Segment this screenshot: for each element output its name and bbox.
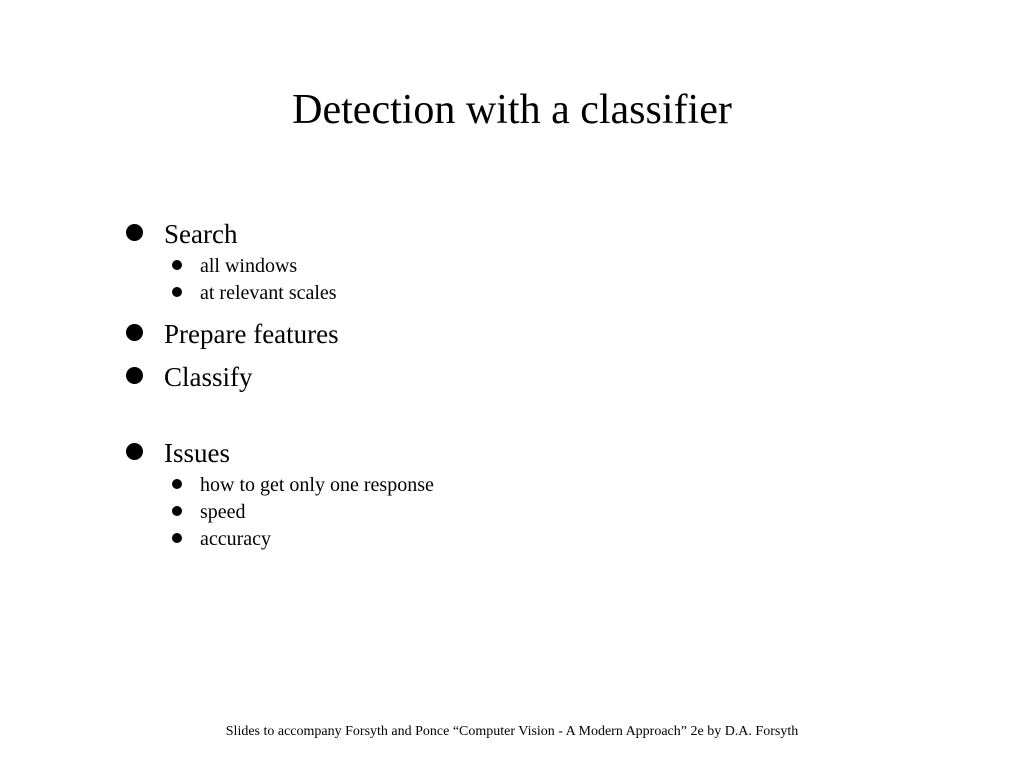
spacer: [120, 405, 944, 439]
slide-title: Detection with a classifier: [0, 86, 1024, 134]
sub-bullet-list: all windows at relevant scales: [164, 254, 944, 306]
slide: Detection with a classifier Search all w…: [0, 0, 1024, 768]
sub-bullet: all windows: [164, 254, 944, 279]
bullet-label: Search: [164, 219, 237, 249]
bullet-label: Prepare features: [164, 319, 339, 349]
sub-bullet: at relevant scales: [164, 281, 944, 306]
sub-bullet: speed: [164, 500, 944, 525]
footer-attribution: Slides to accompany Forsyth and Ponce “C…: [0, 724, 1024, 740]
bullet-issues: Issues how to get only one response spee…: [120, 439, 944, 552]
sub-bullet-list: how to get only one response speed accur…: [164, 473, 944, 552]
sub-bullet: accuracy: [164, 527, 944, 552]
bullet-label: Issues: [164, 438, 230, 468]
bullet-search: Search all windows at relevant scales: [120, 220, 944, 306]
slide-body: Search all windows at relevant scales Pr…: [120, 220, 944, 566]
bullet-classify: Classify: [120, 363, 944, 391]
bullet-label: Classify: [164, 362, 253, 392]
sub-bullet: how to get only one response: [164, 473, 944, 498]
bullet-prepare-features: Prepare features: [120, 320, 944, 348]
bullet-list: Search all windows at relevant scales Pr…: [120, 220, 944, 552]
